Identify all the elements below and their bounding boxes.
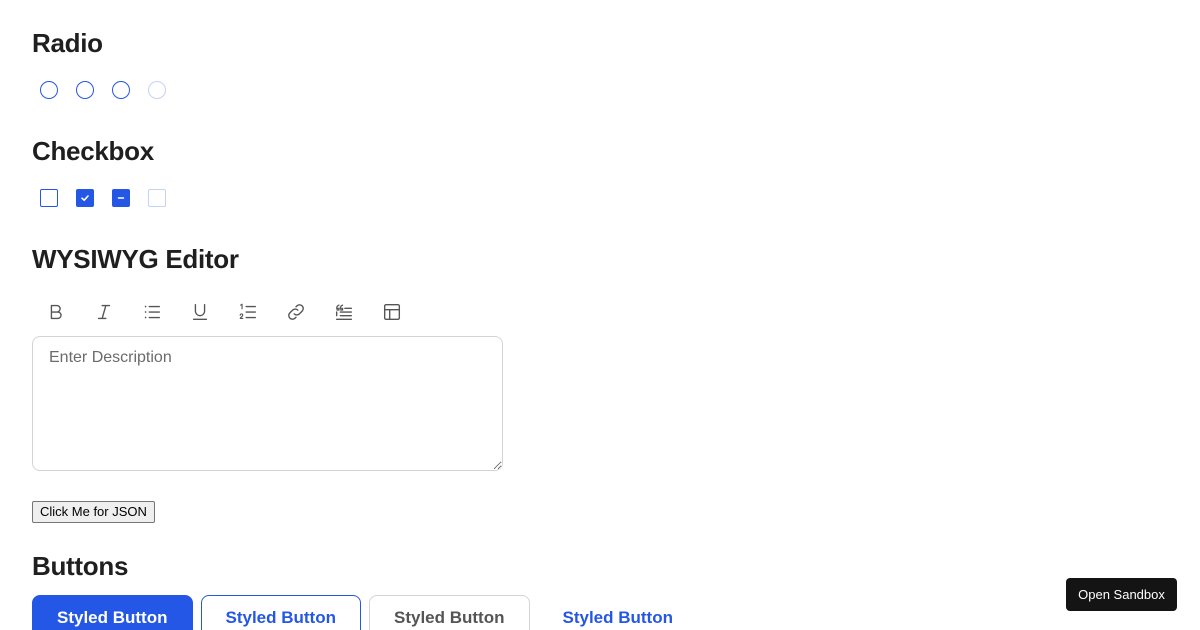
- quote-icon: [335, 304, 353, 321]
- radio-option-1[interactable]: [40, 81, 58, 99]
- checkbox-group: [40, 189, 166, 207]
- italic-button[interactable]: [92, 300, 116, 324]
- checkbox-section-title: Checkbox: [32, 136, 154, 166]
- bullet-list-button[interactable]: [140, 300, 164, 324]
- styled-button-neutral[interactable]: Styled Button: [369, 595, 530, 630]
- checkbox-checked[interactable]: [76, 189, 94, 207]
- radio-section-title: Radio: [32, 28, 103, 58]
- bold-icon: [50, 304, 62, 320]
- open-sandbox-button[interactable]: Open Sandbox: [1066, 578, 1177, 611]
- editor-toolbar: [44, 300, 428, 324]
- radio-option-2[interactable]: [76, 81, 94, 99]
- description-editor[interactable]: [32, 336, 503, 471]
- link-button[interactable]: [284, 300, 308, 324]
- styled-button-primary[interactable]: Styled Button: [32, 595, 193, 630]
- styled-button-outline[interactable]: Styled Button: [200, 595, 361, 630]
- styled-button-ghost[interactable]: Styled Button: [538, 595, 699, 630]
- radio-option-disabled: [148, 81, 166, 99]
- table-button[interactable]: [380, 300, 404, 324]
- checkbox-disabled: [148, 189, 166, 207]
- radio-group: [40, 81, 166, 99]
- numbered-list-icon: [239, 303, 257, 319]
- italic-icon: [97, 304, 111, 320]
- table-icon: [383, 303, 401, 321]
- json-button[interactable]: Click Me for JSON: [32, 501, 155, 523]
- checkbox-indeterminate[interactable]: [112, 189, 130, 207]
- bold-button[interactable]: [44, 300, 68, 324]
- styled-buttons-row: Styled Button Styled Button Styled Butto…: [32, 595, 698, 630]
- check-icon: [81, 195, 89, 201]
- bullet-list-icon: [144, 305, 161, 319]
- checkbox-unchecked[interactable]: [40, 189, 58, 207]
- link-icon: [288, 304, 304, 320]
- editor-section-title: WYSIWYG Editor: [32, 244, 239, 274]
- numbered-list-button[interactable]: [236, 300, 260, 324]
- minus-icon: [117, 197, 125, 199]
- buttons-section-title: Buttons: [32, 551, 129, 581]
- quote-button[interactable]: [332, 300, 356, 324]
- radio-option-3[interactable]: [112, 81, 130, 99]
- underline-icon: [192, 303, 208, 321]
- underline-button[interactable]: [188, 300, 212, 324]
- page: Radio Checkbox WYSIWYG Editor Enter Desc…: [0, 0, 1200, 630]
